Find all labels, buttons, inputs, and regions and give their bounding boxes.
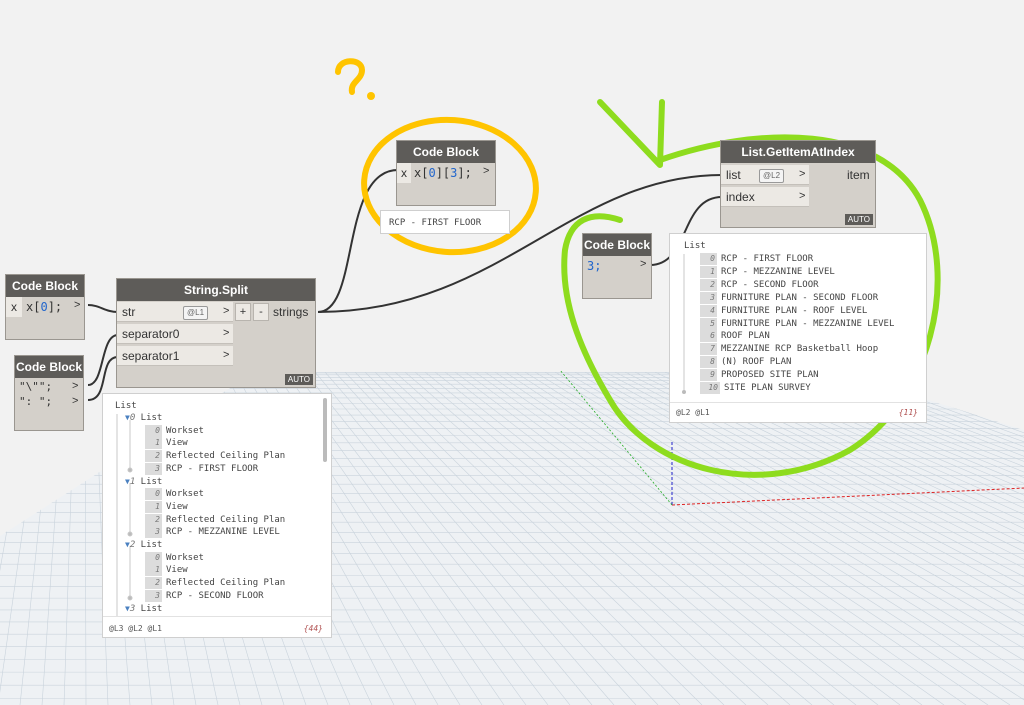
code-text[interactable]: x[0][3]; bbox=[414, 163, 472, 183]
input-arrow-index: > bbox=[799, 190, 806, 202]
output-port-arrow-1[interactable]: > bbox=[72, 380, 78, 392]
list-item: 1 RCP - MEZZANINE LEVEL bbox=[700, 265, 835, 278]
list-group[interactable]: ▼1 List bbox=[125, 476, 162, 488]
code-block-three-node[interactable]: Code Block 3; > bbox=[582, 233, 652, 299]
input-port-x[interactable]: x bbox=[397, 163, 411, 183]
output-port-arrow[interactable]: > bbox=[74, 299, 80, 311]
remove-input-button[interactable]: - bbox=[253, 303, 269, 321]
scrollbar[interactable] bbox=[323, 398, 327, 462]
list-count: {11} bbox=[898, 408, 918, 417]
output-port-arrow-2[interactable]: > bbox=[72, 395, 78, 407]
node-title: List.GetItemAtIndex bbox=[721, 141, 875, 163]
output-port-strings[interactable]: strings bbox=[273, 302, 308, 322]
auto-label: AUTO bbox=[844, 214, 873, 225]
output-port-arrow[interactable]: > bbox=[483, 165, 489, 177]
list-count: {44} bbox=[303, 624, 323, 633]
list-item: 1 View bbox=[145, 500, 188, 513]
code-line-2[interactable]: ": "; bbox=[19, 395, 52, 408]
list-item: 0 Workset bbox=[145, 488, 204, 501]
node-title: Code Block bbox=[15, 356, 83, 378]
list-item: 8 (N) ROOF PLAN bbox=[700, 356, 791, 369]
list-item: 6 ROOF PLAN bbox=[700, 330, 770, 343]
output-port-item[interactable]: item bbox=[847, 165, 870, 185]
list-item: 3 RCP - MEZZANINE LEVEL bbox=[145, 526, 280, 539]
list-item: 3 RCP - FIRST FLOOR bbox=[145, 462, 258, 475]
list-getitematindex-node[interactable]: List.GetItemAtIndex list @L2 > index > i… bbox=[720, 140, 876, 228]
node-title: Code Block bbox=[583, 234, 651, 256]
input-port-x[interactable]: x bbox=[6, 297, 22, 317]
list-item: 2 Reflected Ceiling Plan bbox=[145, 577, 285, 590]
code-block-getitem-node[interactable]: Code Block x x[0][3]; > bbox=[396, 140, 496, 206]
lacing-indicator[interactable]: @L2 bbox=[759, 169, 785, 183]
list-item: 0 Workset bbox=[145, 551, 204, 564]
node-title: Code Block bbox=[397, 141, 495, 163]
output-port-arrow[interactable]: > bbox=[640, 258, 646, 270]
list-item: 1 View bbox=[145, 564, 188, 577]
list-group[interactable]: ▼3 List bbox=[125, 603, 162, 615]
code-text[interactable]: 3; bbox=[587, 256, 601, 276]
list-item: 3 RCP - SECOND FLOOR bbox=[145, 589, 264, 602]
code-text[interactable]: x[0]; bbox=[26, 297, 62, 317]
list-item: 2 RCP - SECOND FLOOR bbox=[700, 278, 819, 291]
string-split-node[interactable]: String.Split str @L1 > separator0 > sepa… bbox=[116, 278, 316, 388]
list-group[interactable]: ▼2 List bbox=[125, 539, 162, 551]
input-port-separator0[interactable]: separator0 bbox=[117, 324, 233, 344]
getitem-preview[interactable]: List 0 RCP - FIRST FLOOR 1 RCP - MEZZANINE … bbox=[669, 233, 927, 423]
list-item: 1 View bbox=[145, 437, 188, 450]
list-item: 4 FURNITURE PLAN - ROOF LEVEL bbox=[700, 304, 867, 317]
list-item: 7 MEZZANINE RCP Basketball Hoop bbox=[700, 343, 878, 356]
string-split-preview[interactable]: List ▼0 List 0 Workset 1 View 2 Reflected Ceil… bbox=[102, 393, 332, 638]
code-block-getitem-preview: RCP - FIRST FLOOR bbox=[380, 210, 510, 234]
input-arrow-separator1: > bbox=[223, 349, 230, 361]
input-arrow-separator0: > bbox=[223, 327, 230, 339]
auto-label: AUTO bbox=[284, 374, 313, 385]
input-port-separator1[interactable]: separator1 bbox=[117, 346, 233, 366]
input-arrow-str: > bbox=[223, 305, 230, 317]
list-levels: @L2 @L1 bbox=[676, 408, 710, 417]
preview-value: RCP - FIRST FLOOR bbox=[389, 218, 482, 228]
add-input-button[interactable]: + bbox=[235, 303, 251, 321]
list-item: 0 Workset bbox=[145, 424, 204, 437]
question-mark-annotation bbox=[335, 58, 366, 95]
list-item: 2 Reflected Ceiling Plan bbox=[145, 513, 285, 526]
list-item: 10 SITE PLAN SURVEY bbox=[700, 382, 811, 394]
list-levels: @L3 @L2 @L1 bbox=[109, 624, 162, 633]
list-item: 9 PROPOSED SITE PLAN bbox=[700, 369, 819, 382]
lacing-indicator[interactable]: @L1 bbox=[183, 306, 209, 320]
node-title: Code Block bbox=[6, 275, 84, 297]
code-block-index-node[interactable]: Code Block x x[0]; > bbox=[5, 274, 85, 340]
list-item: 2 Reflected Ceiling Plan bbox=[145, 450, 285, 463]
list-item: 3 FURNITURE PLAN - SECOND FLOOR bbox=[700, 291, 878, 304]
node-title: String.Split bbox=[117, 279, 315, 301]
code-block-separators-node[interactable]: Code Block "\""; ": "; > > bbox=[14, 355, 84, 431]
list-group[interactable]: ▼0 List bbox=[125, 412, 162, 424]
input-port-index[interactable]: index bbox=[721, 187, 809, 207]
input-arrow-list: > bbox=[799, 168, 806, 180]
list-item: 0 RCP - FIRST FLOOR bbox=[700, 253, 813, 265]
green-arrow-annotation bbox=[597, 99, 665, 168]
list-item: 5 FURNITURE PLAN - MEZZANINE LEVEL bbox=[700, 317, 894, 330]
code-line-1[interactable]: "\""; bbox=[19, 380, 52, 393]
input-port-str[interactable]: str bbox=[117, 302, 233, 322]
